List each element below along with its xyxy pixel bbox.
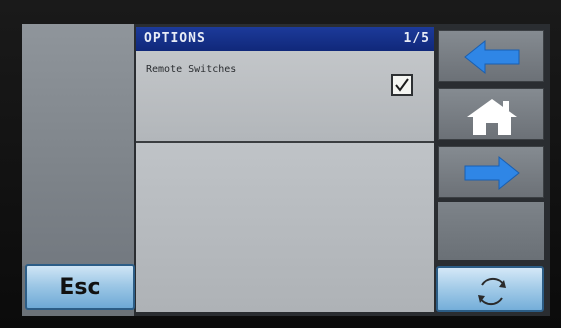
forward-button[interactable]: [438, 146, 544, 198]
home-button[interactable]: [438, 88, 544, 140]
panel-header: OPTIONS 1/5: [136, 27, 434, 51]
touch-screen: OPTIONS 1/5 Remote Switches Esc: [22, 24, 550, 316]
remote-switches-checkbox[interactable]: [391, 74, 413, 96]
option-row-remote-switches[interactable]: Remote Switches: [136, 51, 434, 143]
arrow-right-icon: [464, 155, 520, 191]
left-panel: [22, 24, 134, 266]
option-label: Remote Switches: [146, 64, 237, 75]
esc-label: Esc: [59, 274, 101, 300]
checkmark-icon: [395, 78, 409, 92]
back-button[interactable]: [438, 30, 544, 82]
arrow-left-icon: [464, 39, 520, 75]
refresh-icon: [478, 278, 506, 305]
page-indicator: 1/5: [403, 31, 430, 46]
options-panel: OPTIONS 1/5 Remote Switches: [136, 27, 434, 312]
home-icon: [467, 99, 517, 135]
empty-option-area: [136, 143, 434, 312]
refresh-button[interactable]: [436, 266, 544, 312]
esc-button[interactable]: Esc: [25, 264, 135, 310]
page-title: OPTIONS: [144, 31, 206, 46]
right-panel-blank: [438, 202, 544, 260]
